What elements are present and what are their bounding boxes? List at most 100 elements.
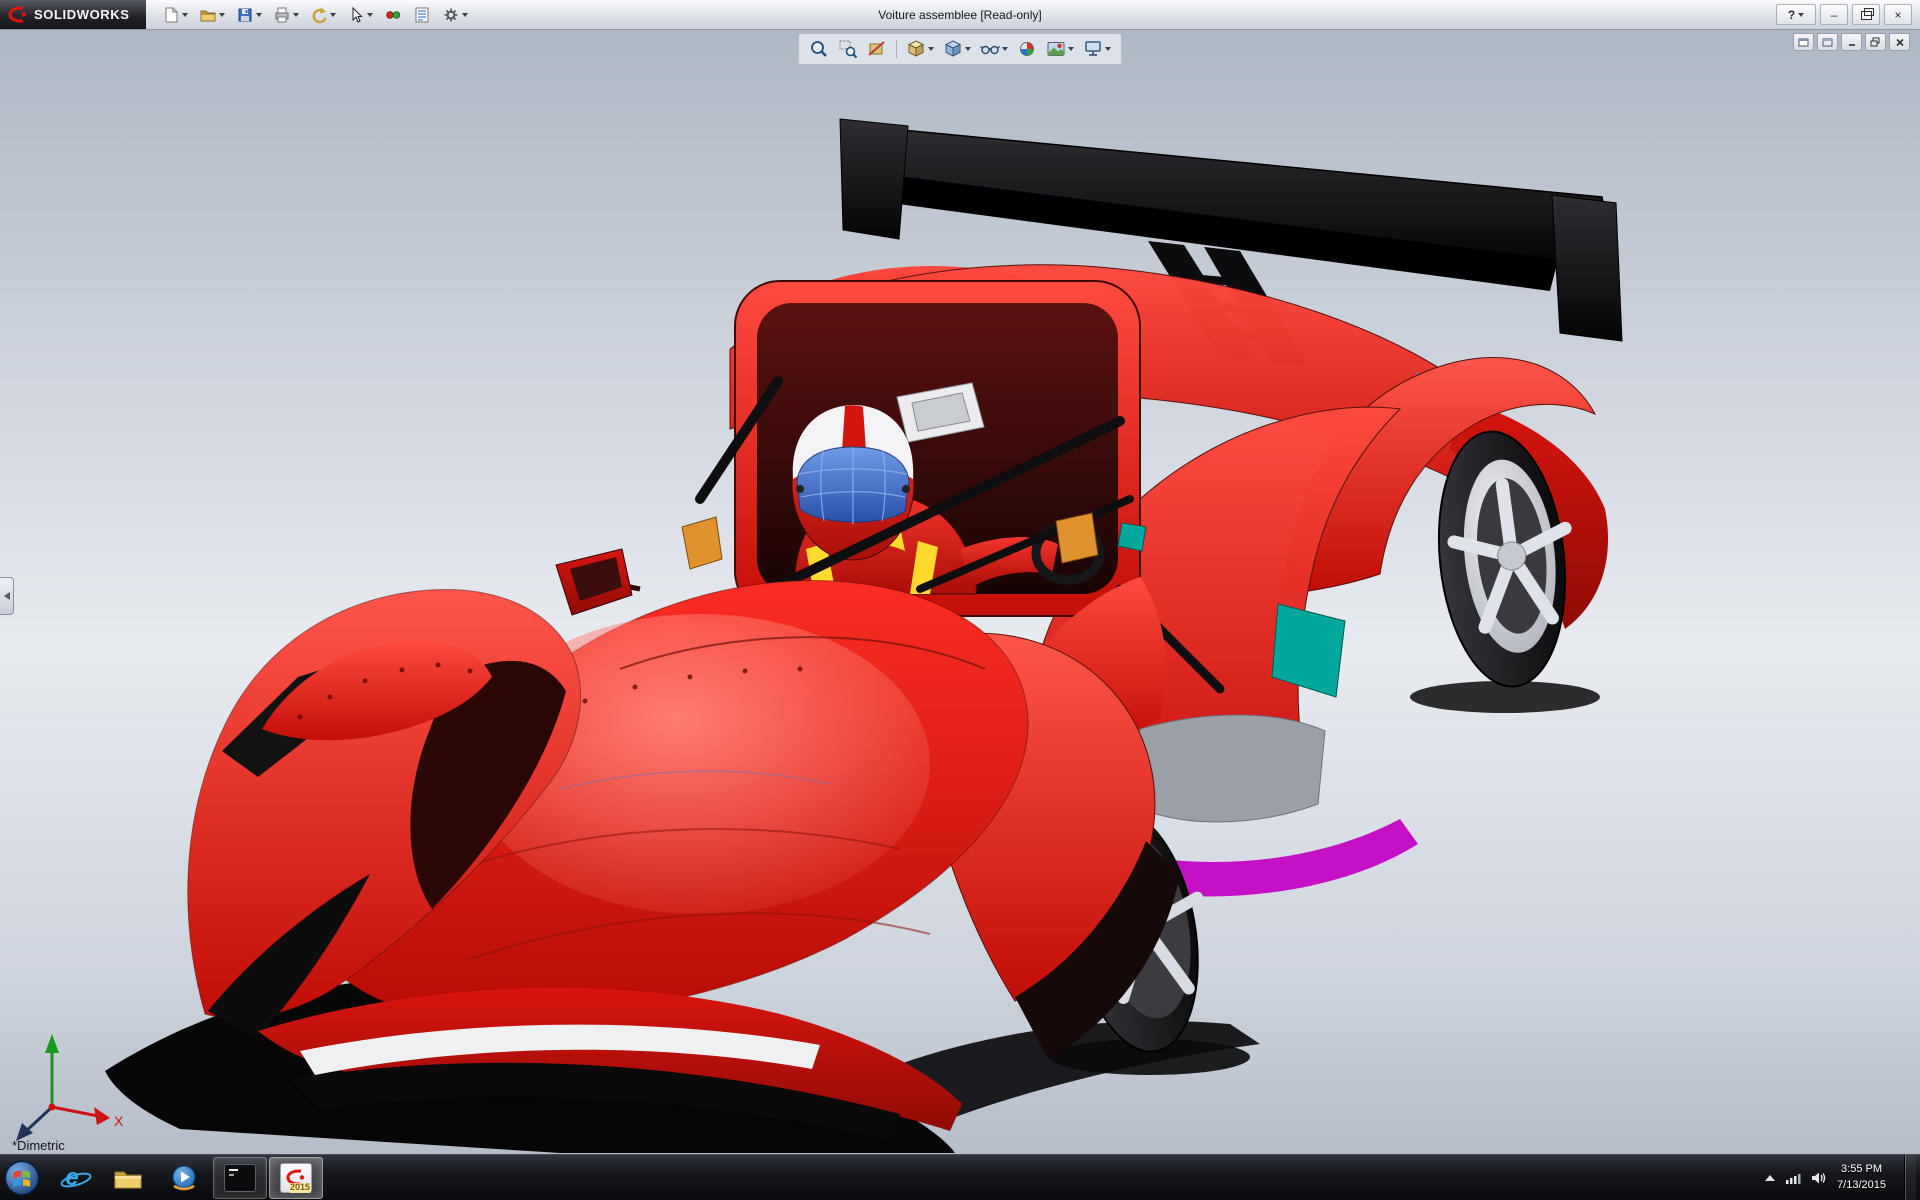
toolbar-separator (896, 40, 897, 58)
help-glyph: ? (1787, 7, 1796, 22)
view-orientation-button[interactable] (902, 36, 938, 62)
rebuild-icon (385, 10, 400, 19)
options-icon (444, 8, 458, 21)
next-window-icon (1822, 38, 1833, 46)
dropdown-caret (928, 47, 934, 51)
dropdown-caret (1798, 12, 1805, 17)
window-controls: ? – × (1776, 4, 1920, 25)
dropdown-caret (329, 12, 336, 17)
dropdown-caret (965, 47, 971, 51)
system-tray: 3:55 PM 7/13/2015 (1765, 1155, 1920, 1200)
dropdown-caret (218, 12, 225, 17)
command-prompt-icon (224, 1163, 256, 1192)
open-icon (200, 10, 216, 21)
solidworks-logo: SOLIDWORKS (0, 0, 146, 29)
feature-manager-collapse-tab[interactable] (0, 577, 14, 615)
dropdown-caret (181, 12, 188, 17)
model-scene: X (16, 118, 1623, 1153)
apply-scene-icon (1047, 42, 1065, 56)
zoom-to-area-button[interactable] (834, 36, 862, 62)
view-orientation-label: *Dimetric (12, 1138, 65, 1153)
restore-document-button[interactable] (1865, 33, 1886, 51)
close-document-button[interactable] (1889, 33, 1910, 51)
ie-orbit-ring (60, 1172, 92, 1187)
previous-window-icon (1798, 38, 1809, 46)
internet-explorer-icon: e (60, 1165, 92, 1190)
taskbar-clock[interactable]: 3:55 PM 7/13/2015 (1837, 1162, 1886, 1194)
taskbar-item-solidworks[interactable]: 2015 (269, 1156, 323, 1199)
document-window-controls (1793, 33, 1910, 51)
volume-icon[interactable] (1811, 1171, 1827, 1185)
dropdown-caret (1105, 47, 1111, 51)
clock-time: 3:55 PM (1841, 1162, 1883, 1175)
solidworks-taskbar-icon: 2015 (280, 1162, 312, 1193)
dropdown-caret (255, 12, 262, 17)
hide-show-items-icon (980, 45, 1000, 55)
save-button[interactable] (232, 1, 266, 29)
restore-button[interactable] (1852, 4, 1880, 25)
start-button[interactable] (0, 1155, 44, 1200)
minimize-document-button[interactable] (1841, 33, 1862, 51)
triad-x-label: X (114, 1113, 124, 1129)
new-document-button[interactable] (158, 1, 192, 29)
rebuild-button[interactable] (380, 1, 406, 29)
options-button[interactable] (438, 1, 472, 29)
previous-window-button[interactable] (1793, 33, 1814, 51)
windows-start-icon (4, 1160, 40, 1195)
section-view-icon (868, 41, 885, 56)
display-style-icon (944, 40, 962, 57)
new-document-icon (165, 7, 178, 22)
close-glyph: × (1894, 7, 1902, 22)
close-document-icon (1895, 38, 1904, 46)
close-button[interactable]: × (1884, 4, 1912, 25)
print-button[interactable] (269, 1, 303, 29)
open-button[interactable] (195, 1, 229, 29)
minimize-glyph: – (1830, 7, 1838, 22)
minimize-button[interactable]: – (1820, 4, 1848, 25)
sidepod-gray-panel (1129, 714, 1326, 823)
solidworks-application: { "app": { "brand": "SOLIDWORKS", "title… (0, 0, 1920, 1200)
apply-scene-button[interactable] (1042, 36, 1078, 62)
titlebar: SOLIDWORKS Voiture assemblee [Read-only]… (0, 0, 1920, 30)
zoom-to-fit-icon (811, 41, 827, 57)
undo-button[interactable] (306, 1, 340, 29)
file-properties-icon (415, 7, 429, 22)
tray-expand-icon[interactable] (1765, 1174, 1776, 1181)
edit-appearance-button[interactable] (1013, 36, 1041, 62)
view-settings-button[interactable] (1079, 36, 1115, 62)
view-settings-icon (1085, 41, 1101, 56)
network-icon[interactable] (1785, 1171, 1801, 1185)
collapse-arrow-icon (3, 592, 10, 600)
windows-taskbar: e 2015 3:55 PM 7/13/2015 (0, 1154, 1920, 1200)
print-icon (275, 7, 289, 22)
select-button[interactable] (343, 1, 377, 29)
display-style-button[interactable] (939, 36, 975, 62)
heads-up-view-toolbar (798, 33, 1122, 65)
select-icon (352, 6, 363, 23)
help-button[interactable]: ? (1776, 4, 1816, 25)
show-desktop-button[interactable] (1904, 1155, 1916, 1200)
taskbar-item-file-explorer[interactable] (101, 1157, 155, 1199)
zoom-to-fit-button[interactable] (805, 36, 833, 62)
taskbar-item-command-prompt[interactable] (213, 1156, 267, 1199)
dropdown-caret (1068, 47, 1074, 51)
section-view-button[interactable] (863, 36, 891, 62)
taskbar-item-internet-explorer[interactable]: e (45, 1157, 99, 1199)
dropdown-caret (366, 12, 373, 17)
hide-show-items-button[interactable] (976, 36, 1012, 62)
graphics-area[interactable]: X *Dimetric (0, 29, 1920, 1155)
dropdown-caret (1002, 47, 1008, 51)
taskbar-item-media-player[interactable] (157, 1157, 211, 1199)
save-icon (238, 8, 252, 21)
edit-appearance-icon (1020, 42, 1034, 56)
quick-access-toolbar (146, 1, 472, 29)
orientation-triad: X (16, 1034, 124, 1141)
minimize-document-icon (1848, 43, 1855, 46)
next-window-button[interactable] (1817, 33, 1838, 51)
dropdown-caret (461, 12, 468, 17)
undo-icon (312, 7, 327, 23)
folder-icon (114, 1171, 142, 1188)
solidworks-year-badge: 2015 (288, 1181, 311, 1193)
dropdown-caret (292, 12, 299, 17)
file-properties-button[interactable] (409, 1, 435, 29)
